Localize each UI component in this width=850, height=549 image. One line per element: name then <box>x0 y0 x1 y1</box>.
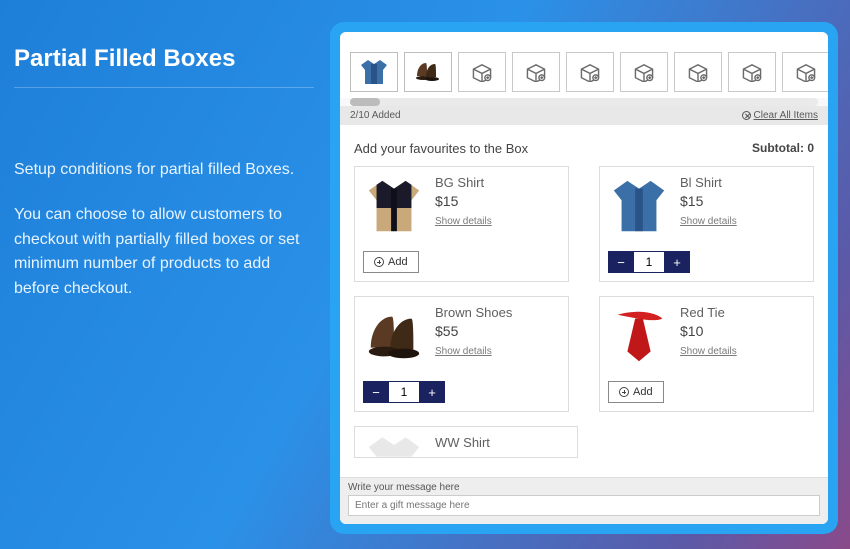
promo-title: Partial Filled Boxes <box>14 45 314 88</box>
section-title: Add your favourites to the Box <box>354 141 528 156</box>
product-price: $15 <box>435 193 492 209</box>
promo-para-2: You can choose to allow customers to che… <box>14 203 314 302</box>
show-details-link[interactable]: Show details <box>435 216 492 227</box>
product-price: $55 <box>435 323 512 339</box>
product-name: Brown Shoes <box>435 305 512 320</box>
box-slots-scrollbar[interactable] <box>350 98 818 106</box>
product-name: BG Shirt <box>435 175 492 190</box>
box-slot-empty[interactable] <box>620 52 668 92</box>
empty-box-icon <box>524 62 548 82</box>
product-image <box>608 175 670 237</box>
add-button[interactable]: Add <box>608 381 664 403</box>
empty-box-icon <box>740 62 764 82</box>
product-image <box>363 435 425 457</box>
product-name: Bl Shirt <box>680 175 737 190</box>
tie-icon <box>608 305 670 367</box>
subtotal-label: Subtotal: 0 <box>752 141 814 156</box>
app-frame: 2/10 Added Clear All Items Add your favo… <box>330 22 838 534</box>
box-strip-info: 2/10 Added Clear All Items <box>340 106 828 125</box>
scrollbar-handle[interactable] <box>350 98 380 106</box>
box-slot-empty[interactable] <box>674 52 722 92</box>
box-slot-empty[interactable] <box>728 52 776 92</box>
qty-input[interactable] <box>388 382 420 402</box>
box-slot-empty[interactable] <box>458 52 506 92</box>
qty-decrease-button[interactable]: − <box>609 252 633 272</box>
empty-box-icon <box>632 62 656 82</box>
qty-input[interactable] <box>633 252 665 272</box>
clear-all-button[interactable]: Clear All Items <box>742 110 818 121</box>
quantity-stepper: − + <box>363 381 445 403</box>
product-grid[interactable]: BG Shirt $15 Show details Add <box>340 166 828 477</box>
product-price: $15 <box>680 193 737 209</box>
box-slot-empty[interactable] <box>566 52 614 92</box>
product-name: Red Tie <box>680 305 737 320</box>
empty-box-icon <box>578 62 602 82</box>
empty-box-icon <box>470 62 494 82</box>
gift-message-block: Write your message here <box>340 477 828 524</box>
box-slot-filled-shoes[interactable] <box>404 52 452 92</box>
box-slot-empty[interactable] <box>782 52 828 92</box>
add-label: Add <box>633 386 653 398</box>
shoes-icon <box>412 56 444 88</box>
app-window: 2/10 Added Clear All Items Add your favo… <box>340 32 828 524</box>
product-image <box>363 305 425 367</box>
box-slots-strip <box>340 32 828 98</box>
show-details-link[interactable]: Show details <box>680 216 737 227</box>
gift-message-label: Write your message here <box>348 482 820 493</box>
qty-increase-button[interactable]: + <box>665 252 689 272</box>
shirt-icon <box>358 56 390 88</box>
product-card: Brown Shoes $55 Show details − + <box>354 296 569 412</box>
product-image <box>363 175 425 237</box>
product-card: BG Shirt $15 Show details Add <box>354 166 569 282</box>
quantity-stepper: − + <box>608 251 690 273</box>
promo-para-1: Setup conditions for partial filled Boxe… <box>14 158 314 183</box>
product-card: Bl Shirt $15 Show details − + <box>599 166 814 282</box>
product-card: Red Tie $10 Show details Add <box>599 296 814 412</box>
empty-box-icon <box>686 62 710 82</box>
promo-panel: Partial Filled Boxes Setup conditions fo… <box>14 45 314 302</box>
qty-decrease-button[interactable]: − <box>364 382 388 402</box>
promo-description: Setup conditions for partial filled Boxe… <box>14 158 314 302</box>
gift-message-input[interactable] <box>348 495 820 516</box>
show-details-link[interactable]: Show details <box>435 346 512 357</box>
clear-all-label: Clear All Items <box>754 110 818 121</box>
add-button[interactable]: Add <box>363 251 419 273</box>
empty-box-icon <box>794 62 818 82</box>
shirt-icon <box>363 415 425 477</box>
qty-increase-button[interactable]: + <box>420 382 444 402</box>
product-name: WW Shirt <box>435 435 490 450</box>
product-card: WW Shirt <box>354 426 578 458</box>
box-slot-filled-shirt[interactable] <box>350 52 398 92</box>
plus-icon <box>619 387 629 397</box>
product-price: $10 <box>680 323 737 339</box>
shirt-icon <box>608 175 670 237</box>
add-label: Add <box>388 256 408 268</box>
show-details-link[interactable]: Show details <box>680 346 737 357</box>
shirt-icon <box>363 175 425 237</box>
box-slot-empty[interactable] <box>512 52 560 92</box>
product-image <box>608 305 670 367</box>
shoes-icon <box>363 305 425 367</box>
clear-icon <box>742 111 751 120</box>
plus-icon <box>374 257 384 267</box>
product-section-header: Add your favourites to the Box Subtotal:… <box>340 125 828 166</box>
added-count-label: 2/10 Added <box>350 110 401 121</box>
